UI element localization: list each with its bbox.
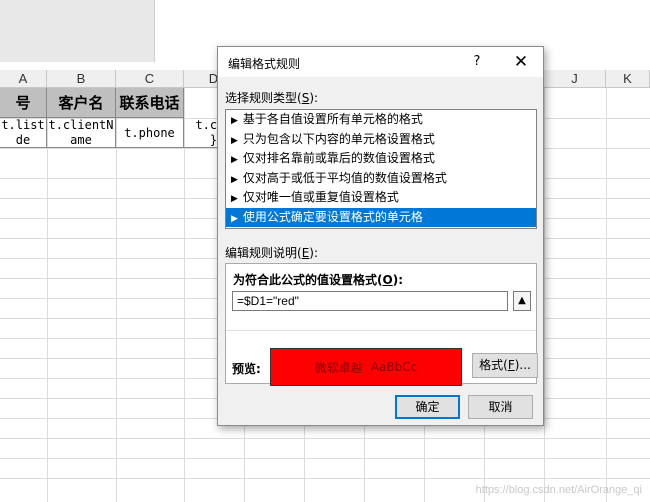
triangle-right-icon: ▶	[231, 116, 238, 126]
watermark: https://blog.csdn.net/AirOrange_qi	[475, 484, 642, 496]
rule-type-item[interactable]: ▶ 仅对高于或低于平均值的数值设置格式	[226, 169, 536, 189]
ok-button[interactable]: 确定	[395, 395, 460, 419]
preview-label: 预览:	[232, 362, 261, 376]
rule-type-item-selected[interactable]: ▶ 使用公式确定要设置格式的单元格	[226, 207, 536, 227]
dialog-title: 编辑格式规则	[228, 57, 301, 71]
preview-sample: AaBbCc	[370, 360, 418, 374]
column-header-b[interactable]: B	[47, 70, 116, 88]
close-button[interactable]: ✕	[508, 51, 534, 73]
preview-box: 微软卓越 AaBbCc	[270, 348, 462, 386]
format-button[interactable]: 格式(F)...	[472, 353, 538, 378]
triangle-right-icon: ▶	[231, 213, 238, 224]
data-cell-c1[interactable]: t.phone	[116, 118, 184, 148]
edit-format-rule-dialog: 编辑格式规则 ? ✕ 选择规则类型(S): ▶ 基于各自值设置所有单元格的格式 ▶…	[217, 46, 544, 426]
data-cell-a1[interactable]: t.list de	[0, 118, 47, 148]
rule-type-list[interactable]: ▶ 基于各自值设置所有单元格的格式 ▶ 只为包含以下内容的单元格设置格式 ▶ 仅对排名…	[225, 109, 537, 229]
rule-type-label: 选择规则类型(S):	[225, 91, 319, 105]
triangle-right-icon: ▶	[231, 194, 238, 204]
rule-type-item[interactable]: ▶ 仅对唯一值或重复值设置格式	[226, 188, 536, 208]
collapse-dialog-button[interactable]: ▲	[513, 291, 531, 311]
header-cell-b[interactable]: 客户名	[47, 88, 116, 118]
help-button[interactable]: ?	[466, 51, 488, 73]
dialog-titlebar[interactable]: 编辑格式规则 ? ✕	[218, 47, 543, 77]
column-header-a[interactable]: A	[0, 70, 47, 88]
column-header-c[interactable]: C	[116, 70, 184, 88]
column-header-j[interactable]: J	[544, 70, 606, 88]
triangle-right-icon: ▶	[231, 135, 238, 146]
arrow-up-icon: ▲	[518, 295, 526, 306]
rule-type-item[interactable]: ▶ 仅对排名靠前或靠后的数值设置格式	[226, 149, 536, 169]
triangle-right-icon: ▶	[231, 155, 238, 165]
triangle-right-icon: ▶	[231, 174, 238, 185]
formula-input[interactable]: =$D1="red"	[232, 291, 508, 311]
rule-description-panel: 为符合此公式的值设置格式(O): =$D1="red" ▲ 预览: 微软卓越 A…	[225, 263, 538, 386]
column-header-k[interactable]: K	[606, 70, 650, 88]
formula-label: 为符合此公式的值设置格式(O):	[233, 273, 403, 287]
header-cell-a[interactable]: 号	[0, 88, 47, 118]
preview-text: 微软卓越	[314, 360, 363, 375]
cancel-button[interactable]: 取消	[468, 395, 533, 419]
divider	[226, 330, 536, 331]
header-cell-c[interactable]: 联系电话	[116, 88, 184, 118]
rule-type-item[interactable]: ▶ 基于各自值设置所有单元格的格式	[226, 110, 536, 130]
data-cell-b1[interactable]: t.clientN ame	[47, 118, 116, 148]
rule-type-item[interactable]: ▶ 只为包含以下内容的单元格设置格式	[226, 130, 536, 150]
rule-description-label: 编辑规则说明(E):	[225, 246, 319, 260]
ribbon-panel	[0, 0, 155, 62]
